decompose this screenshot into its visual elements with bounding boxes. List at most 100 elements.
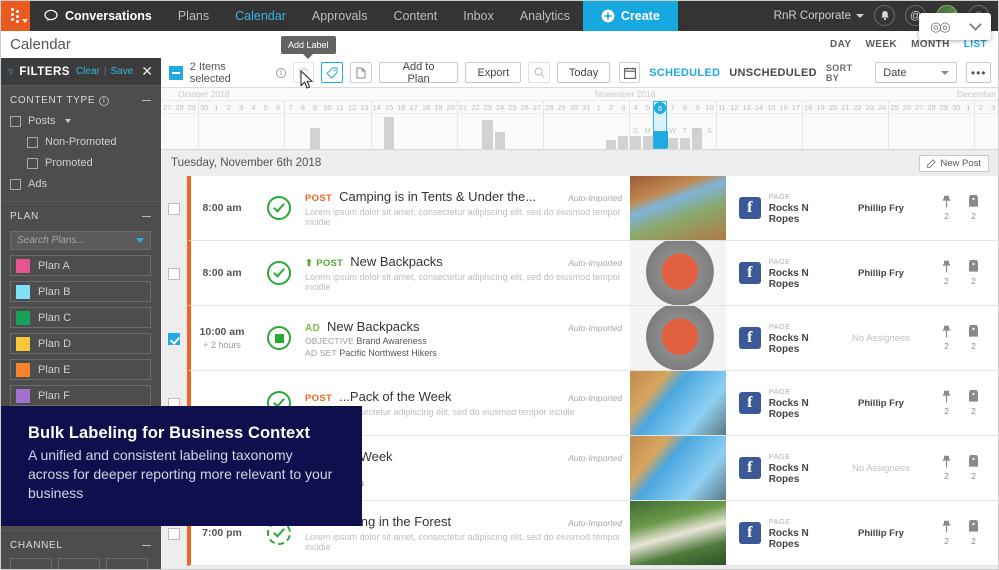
page-info: PAGE Rocks N Ropes [769,257,841,290]
channel-option[interactable] [106,558,148,570]
close-icon[interactable]: ✕ [141,63,153,80]
view-day[interactable]: DAY [830,39,851,50]
view-week[interactable]: WEEK [865,39,897,50]
create-button[interactable]: Create [582,0,678,31]
pin-counter[interactable]: 2 [941,195,952,221]
filter-option-non-promoted[interactable]: Non-Promoted [10,136,151,148]
filter-option-promoted[interactable]: Promoted [10,157,151,169]
checkbox[interactable] [27,136,38,148]
export-button[interactable]: Export [465,62,522,83]
plan-item-f[interactable]: Plan F [10,385,151,406]
pin-counter[interactable]: 2 [941,455,952,481]
account-switcher[interactable]: RnR Corporate [774,10,864,22]
post-card[interactable]: 10:00 am + 2 hours AD New Backpacks Auto-Imp… [187,306,999,371]
today-button[interactable]: Today [556,62,611,83]
delete-button[interactable] [292,62,315,83]
add-to-plan-button[interactable]: Add to Plan [378,61,459,85]
plan-item-b[interactable]: Plan B [10,281,151,302]
sort-select[interactable]: Date [875,62,958,83]
stop-circle-icon [267,326,291,350]
nav-item-calendar[interactable]: Calendar [222,0,299,31]
row-checkbox[interactable] [168,267,180,280]
calendar-picker-button[interactable] [619,62,641,83]
chevron-down-icon[interactable] [64,119,71,123]
search-button[interactable] [528,62,550,83]
nav-label-plans: Plans [177,8,210,23]
checkbox[interactable] [10,115,21,127]
timeline-scrubber[interactable]: October 2018 November 2018 December 27 28… [161,88,999,150]
tag-counter[interactable]: 2 [968,390,979,416]
row-checkbox[interactable] [168,202,180,215]
add-label-button[interactable] [321,62,344,83]
plan-item-a[interactable]: Plan A [10,255,151,276]
day-header-bar: Tuesday, November 6th 2018 New Post [161,150,999,176]
info-icon[interactable]: i [276,67,286,78]
row-checkbox[interactable] [168,527,180,540]
filter-option-ads[interactable]: Ads [10,178,151,190]
assignee[interactable]: Phillip Fry [841,241,921,305]
duplicate-button[interactable] [350,62,372,83]
pin-counter[interactable]: 2 [941,390,952,416]
post-time: 10:00 am [199,326,245,338]
save-filters-link[interactable]: Save [110,66,133,77]
assignee[interactable]: Phillip Fry [841,371,921,435]
clear-filters-link[interactable]: Clear [76,66,100,77]
plan-item-e[interactable]: Plan E [10,359,151,380]
table-row[interactable]: 8:00 am ⬆ POST New Backpacks Auto-Imported L… [161,241,999,306]
assignee[interactable]: Phillip Fry [841,501,921,565]
table-row[interactable]: 8:00 am POST Camping is in Tents & Under t… [161,176,999,241]
info-icon[interactable]: i [99,95,110,106]
channel-option[interactable] [10,558,52,570]
more-options-button[interactable]: ••• [966,62,992,83]
chevron-down-icon[interactable] [969,18,982,31]
tag-counter[interactable]: 2 [968,520,979,546]
facebook-icon: f [739,457,761,479]
avatar-dropdown-popover[interactable]: ◎◎ [919,13,991,40]
tag-counter[interactable]: 2 [968,195,979,221]
tab-unscheduled[interactable]: UNSCHEDULED [729,67,817,79]
timeline-bar [482,120,493,149]
checkbox[interactable] [27,157,38,169]
nav-item-conversations[interactable]: Conversations [30,0,165,31]
view-month[interactable]: MONTH [911,39,950,50]
promo-banner-overlay: Bulk Labeling for Business Context A uni… [0,406,362,526]
assignee[interactable]: Phillip Fry [841,176,921,240]
tag-counter[interactable]: 2 [968,325,979,351]
app-logo[interactable] [0,0,30,31]
nav-item-approvals[interactable]: Approvals [299,0,381,31]
nav-item-analytics[interactable]: Analytics [507,0,583,31]
table-row[interactable]: 10:00 am + 2 hours AD New Backpacks Auto-Imp… [161,306,999,371]
collapse-icon[interactable] [142,100,151,101]
week-separator [284,101,286,149]
pin-counter[interactable]: 2 [941,325,952,351]
post-card[interactable]: 8:00 am ⬆ POST New Backpacks Auto-Imported L… [187,241,999,306]
plan-item-d[interactable]: Plan D [10,333,151,354]
link-icon[interactable]: ◎◎ [930,19,951,35]
nav-item-content[interactable]: Content [380,0,450,31]
checkbox[interactable] [10,178,21,190]
post-thumbnail [630,501,726,565]
page-label: PAGE [768,451,791,461]
chevron-down-icon[interactable] [136,238,144,243]
view-list[interactable]: LIST [964,39,987,50]
new-post-button[interactable]: New Post [919,154,989,172]
filter-option-posts[interactable]: Posts [10,115,151,127]
tag-counter[interactable]: 2 [968,455,979,481]
assignee[interactable]: No Assignees [841,306,921,370]
notifications-bell-button[interactable] [874,5,895,26]
plan-search-input[interactable]: Search Plans... [10,231,151,250]
post-card[interactable]: 8:00 am POST Camping is in Tents & Under t… [187,176,999,241]
nav-item-inbox[interactable]: Inbox [450,0,507,31]
collapse-icon[interactable] [142,545,151,546]
tab-scheduled[interactable]: SCHEDULED [649,67,720,79]
row-checkbox[interactable] [168,332,180,345]
pin-counter[interactable]: 2 [941,520,952,546]
nav-item-plans[interactable]: Plans [165,0,222,31]
assignee[interactable]: No Assignees [841,436,921,500]
tag-counter[interactable]: 2 [968,260,979,286]
select-all-checkbox[interactable] [169,65,183,80]
channel-option[interactable] [58,558,100,570]
pin-counter[interactable]: 2 [941,260,952,286]
collapse-icon[interactable] [142,216,151,217]
plan-item-c[interactable]: Plan C [10,307,151,328]
